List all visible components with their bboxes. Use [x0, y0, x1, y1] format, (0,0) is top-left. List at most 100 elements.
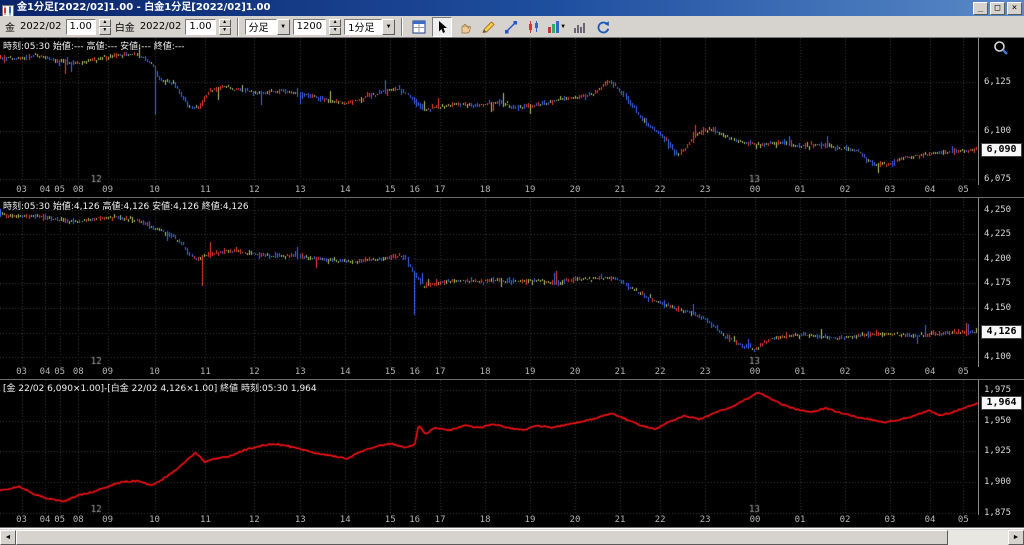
x-axis-label: 10	[149, 515, 160, 525]
close-button[interactable]: ×	[1007, 1, 1022, 15]
x-axis-label: 21	[614, 515, 626, 525]
y-axis-label: 4,200	[984, 253, 1012, 264]
y-axis-label: 1,925	[984, 446, 1012, 457]
x-axis-label: 09	[102, 185, 113, 195]
platinum-multiplier-stepper[interactable]: ▲ ▼	[218, 18, 231, 35]
bar-count-stepper[interactable]: ▲ ▼	[329, 18, 342, 35]
minimize-button[interactable]: _	[973, 1, 988, 15]
x-axis-label: 01	[794, 515, 806, 525]
x-axis-label: 14	[339, 185, 351, 195]
gold-multiplier-field[interactable]: 1.00	[65, 18, 96, 35]
dropdown-arrow-icon[interactable]: ▼	[276, 18, 290, 35]
spin-down-icon[interactable]: ▼	[218, 26, 231, 35]
y-axis-label: 6,125	[984, 77, 1012, 88]
chart-area: 時刻:05:30 始値:--- 高値:--- 安値:--- 終値:--- 6,0…	[0, 38, 1024, 528]
x-axis-label: 15	[384, 367, 396, 377]
horizontal-scrollbar[interactable]: ◄ ►	[0, 528, 1024, 545]
x-axis-label: 05	[957, 185, 969, 195]
platinum-label: 白金	[114, 23, 135, 34]
y-axis-label: 1,900	[984, 476, 1012, 487]
platinum-price-axis: 4,126 4,250 4,225 4,200 4,175 4,150 4,100	[978, 198, 1024, 367]
scroll-left-icon[interactable]: ◄	[0, 529, 16, 545]
chart-type-icon[interactable]	[524, 16, 545, 37]
x-axis-label: 16	[409, 185, 421, 195]
histogram-icon[interactable]	[570, 16, 591, 37]
window-title: 金1分足[2022/02]1.00 - 白金1分足[2022/02]1.00	[17, 2, 271, 13]
x-axis-label: 03	[16, 515, 27, 525]
platinum-quote-info: 時刻:05:30 始値:4,126 高値:4,126 安値:4,126 終値:4…	[3, 202, 249, 212]
x-axis-label: 21	[614, 185, 626, 195]
spin-up-icon[interactable]: ▲	[218, 18, 231, 27]
trendline-icon[interactable]	[501, 16, 522, 37]
x-axis-label: 03	[884, 367, 896, 377]
app-window: 金1分足[2022/02]1.00 - 白金1分足[2022/02]1.00 _…	[0, 0, 1024, 545]
draw-pencil-icon[interactable]	[478, 16, 499, 37]
x-axis-label: 11	[199, 367, 211, 377]
x-axis-label: 14	[339, 367, 351, 377]
refresh-icon[interactable]	[593, 16, 614, 37]
platinum-multiplier-field[interactable]: 1.00	[185, 18, 216, 35]
gold-contract: 2022/02	[20, 21, 62, 32]
x-axis-label: 08	[72, 515, 84, 525]
x-axis-label: 19	[524, 185, 536, 195]
x-axis-label: 16	[409, 515, 421, 525]
maximize-button[interactable]: □	[990, 1, 1005, 15]
gold-candlestick-plot[interactable]	[0, 38, 978, 185]
gold-multiplier-stepper[interactable]: ▲ ▼	[98, 18, 111, 35]
spin-up-icon[interactable]: ▲	[329, 18, 342, 27]
spin-down-icon[interactable]: ▼	[329, 26, 342, 35]
x-axis-label: 00	[749, 367, 761, 377]
spread-time-axis: 03 04 05 08 09 10 11 12 13 14 15 16 17 18 19 20 21 22 23 00…	[0, 515, 978, 527]
x-axis-label: 05	[957, 367, 969, 377]
x-axis-label: 22	[654, 367, 666, 377]
x-axis-label: 11	[199, 515, 211, 525]
select-tool-icon[interactable]	[432, 16, 453, 37]
x-axis-label: 15	[384, 185, 396, 195]
x-axis-label: 20	[569, 185, 581, 195]
x-axis-label: 08	[72, 367, 84, 377]
x-axis-label: 18	[479, 515, 491, 525]
x-axis-label: 05	[957, 515, 969, 525]
y-axis-label: 4,100	[984, 352, 1012, 363]
x-axis-label: 18	[479, 367, 491, 377]
platinum-contract: 2022/02	[139, 21, 182, 32]
x-axis-label: 02	[839, 515, 851, 525]
spread-chart-panel: [金 22/02 6,090×1.00]-[白金 22/02 4,126×1.0…	[0, 380, 1024, 528]
x-axis-label: 01	[794, 367, 806, 377]
magnifier-icon[interactable]	[992, 40, 1010, 58]
x-axis-label: 17	[434, 185, 446, 195]
spin-up-icon[interactable]: ▲	[98, 18, 111, 27]
chart-settings-icon[interactable]	[409, 16, 430, 37]
x-axis-label: 12	[248, 367, 260, 377]
spin-down-icon[interactable]: ▼	[98, 26, 111, 35]
gold-chart-panel: 時刻:05:30 始値:--- 高値:--- 安値:--- 終値:--- 6,0…	[0, 38, 1024, 198]
x-axis-label: 05	[54, 367, 66, 377]
x-axis-label: 04	[924, 185, 936, 195]
x-axis-label: 05	[54, 185, 66, 195]
x-axis-label: 00	[749, 515, 761, 525]
toolbar: 金 2022/02 1.00 ▲ ▼ 白金 2022/02 1.00 ▲ ▼ 分…	[0, 16, 1024, 38]
interval-dropdown[interactable]: 1分足 ▼	[344, 18, 396, 35]
x-axis-label: 23	[699, 367, 711, 377]
spread-line-plot[interactable]	[0, 380, 978, 515]
gold-quote-info: 時刻:05:30 始値:--- 高値:--- 安値:--- 終値:---	[3, 42, 185, 52]
scrollbar-track[interactable]	[16, 529, 1008, 545]
toolbar-separator	[401, 17, 404, 36]
indicator-icon[interactable]: ▼	[547, 16, 568, 37]
dropdown-arrow-icon[interactable]: ▼	[382, 18, 396, 35]
x-axis-label: 03	[884, 185, 896, 195]
interval-type-dropdown[interactable]: 分足 ▼	[244, 18, 290, 35]
y-axis-label: 4,175	[984, 278, 1012, 289]
y-axis-label: 4,250	[984, 204, 1012, 215]
x-axis-label: 00	[749, 185, 761, 195]
x-axis-label: 23	[699, 515, 711, 525]
dropdown-arrow-icon: ▼	[560, 23, 567, 30]
bar-count-field[interactable]: 1200	[292, 18, 327, 35]
pan-hand-icon[interactable]	[455, 16, 476, 37]
scrollbar-thumb[interactable]	[16, 529, 949, 545]
x-axis-label: 13	[294, 367, 306, 377]
x-axis-label: 13	[294, 515, 306, 525]
platinum-candlestick-plot[interactable]	[0, 198, 978, 367]
gold-time-axis: 03 04 05 08 09 10 11 12 13 14 15 16 17 18 19 20 21 22 23 00…	[0, 185, 978, 197]
scroll-right-icon[interactable]: ►	[1008, 529, 1024, 545]
